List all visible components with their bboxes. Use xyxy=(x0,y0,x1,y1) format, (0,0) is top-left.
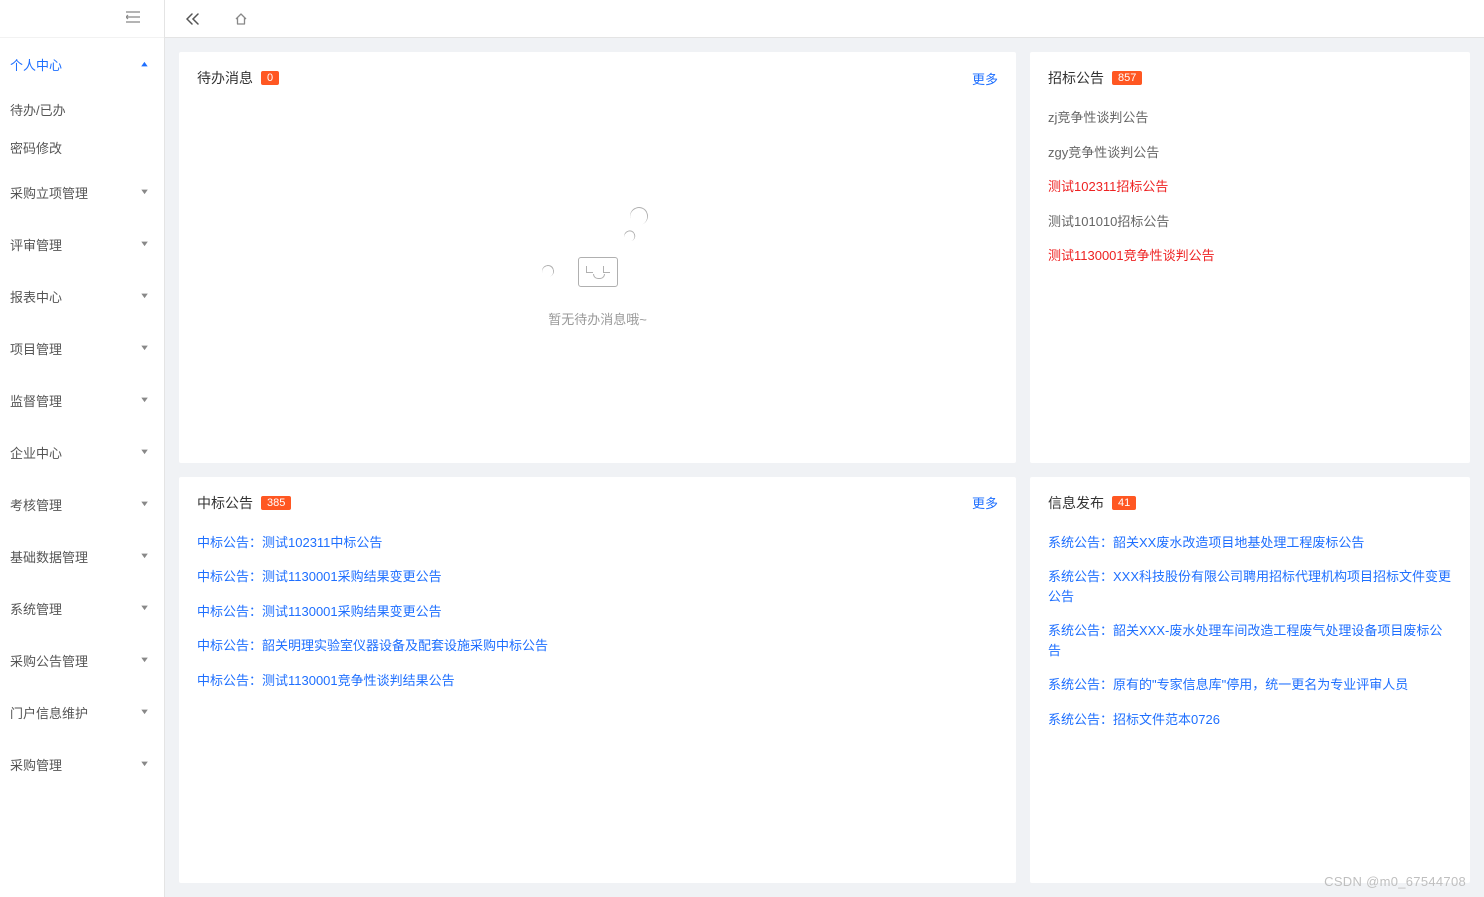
menu-item-label: 采购立项管理 xyxy=(10,183,88,202)
menu-item[interactable]: 个人中心 ▼ xyxy=(0,38,164,90)
menu-item[interactable]: 采购管理 ▼ xyxy=(0,738,164,790)
card-header: 信息发布 41 xyxy=(1048,493,1452,513)
more-link[interactable]: 更多 xyxy=(972,493,998,512)
card-header: 待办消息 0 更多 xyxy=(197,68,998,88)
list-item[interactable]: 中标公告：测试1130001竞争性谈判结果公告 xyxy=(197,671,998,691)
list-item[interactable]: 系统公告：XXX科技股份有限公司聘用招标代理机构项目招标文件变更公告 xyxy=(1048,567,1452,606)
menu-item[interactable]: 评审管理 ▼ xyxy=(0,218,164,270)
menu-item[interactable]: 采购公告管理 ▼ xyxy=(0,634,164,686)
badge: 0 xyxy=(261,71,279,85)
caret-down-icon: ▼ xyxy=(139,188,150,196)
list: 中标公告：测试102311中标公告中标公告：测试1130001采购结果变更公告中… xyxy=(197,533,998,691)
list-item[interactable]: zj竞争性谈判公告 xyxy=(1048,108,1452,128)
list-item[interactable]: 中标公告：测试1130001采购结果变更公告 xyxy=(197,567,998,587)
menu-item[interactable]: 门户信息维护 ▼ xyxy=(0,686,164,738)
card-xinxi: 信息发布 41 系统公告：韶关XX废水改造项目地基处理工程废标公告系统公告：XX… xyxy=(1030,477,1470,883)
menu-item[interactable]: 采购立项管理 ▼ xyxy=(0,166,164,218)
caret-down-icon: ▼ xyxy=(139,344,150,352)
menu-item-label: 项目管理 xyxy=(10,339,62,358)
caret-down-icon: ▼ xyxy=(139,604,150,612)
watermark-text: CSDN @m0_67544708 xyxy=(1324,874,1466,889)
menu-item-label: 个人中心 xyxy=(10,55,62,74)
card-title: 待办消息 xyxy=(197,68,253,88)
list-item[interactable]: 中标公告：测试1130001采购结果变更公告 xyxy=(197,602,998,622)
list: zj竞争性谈判公告 zgy竞争性谈判公告测试102311招标公告测试101010招… xyxy=(1048,108,1452,266)
caret-down-icon: ▼ xyxy=(139,552,150,560)
list-item[interactable]: 系统公告：韶关XX废水改造项目地基处理工程废标公告 xyxy=(1048,533,1452,553)
empty-illustration-icon xyxy=(538,207,658,287)
card-zhongbiao: 中标公告 385 更多 中标公告：测试102311中标公告中标公告：测试1130… xyxy=(179,477,1016,883)
caret-down-icon: ▼ xyxy=(139,240,150,248)
menu-item-label: 评审管理 xyxy=(10,235,62,254)
card-title: 信息发布 xyxy=(1048,493,1104,513)
menu-item-label: 采购管理 xyxy=(10,755,62,774)
caret-down-icon: ▼ xyxy=(139,708,150,716)
main-area: 待办消息 0 更多 暂无待办消息哦~ xyxy=(165,0,1484,897)
caret-down-icon: ▼ xyxy=(139,396,150,404)
menu-item[interactable]: 基础数据管理 ▼ xyxy=(0,530,164,582)
menu-item[interactable]: 系统管理 ▼ xyxy=(0,582,164,634)
home-icon[interactable] xyxy=(226,4,256,34)
more-link[interactable]: 更多 xyxy=(972,69,998,88)
card-header: 中标公告 385 更多 xyxy=(197,493,998,513)
list-item[interactable]: 测试1130001竞争性谈判公告 xyxy=(1048,246,1452,266)
menu-item-label: 企业中心 xyxy=(10,443,62,462)
badge: 41 xyxy=(1112,496,1136,510)
menu-item[interactable]: 企业中心 ▼ xyxy=(0,426,164,478)
empty-state: 暂无待办消息哦~ xyxy=(197,108,998,447)
sidebar: 个人中心▼待办/已办密码修改采购立项管理▼评审管理▼报表中心▼项目管理▼监督管理… xyxy=(0,0,165,897)
list-item[interactable]: 测试102311招标公告 xyxy=(1048,177,1452,197)
caret-down-icon: ▼ xyxy=(139,760,150,768)
submenu-item[interactable]: 密码修改 xyxy=(0,128,164,166)
caret-down-icon: ▼ xyxy=(139,500,150,508)
card-header: 招标公告 857 xyxy=(1048,68,1452,88)
nav-back-icon[interactable] xyxy=(178,4,208,34)
list-item[interactable]: 系统公告：韶关XXX-废水处理车间改造工程废气处理设备项目废标公告 xyxy=(1048,621,1452,660)
badge: 857 xyxy=(1112,71,1142,85)
list-item[interactable]: 系统公告：招标文件范本0726 xyxy=(1048,710,1452,730)
topbar xyxy=(165,0,1484,38)
menu-item[interactable]: 项目管理 ▼ xyxy=(0,322,164,374)
list-item[interactable]: 系统公告：原有的"专家信息库"停用，统一更名为专业评审人员 xyxy=(1048,675,1452,695)
empty-text: 暂无待办消息哦~ xyxy=(548,309,647,328)
menu-item-label: 报表中心 xyxy=(10,287,62,306)
card-zhaobiao: 招标公告 857 zj竞争性谈判公告 zgy竞争性谈判公告测试102311招标公告… xyxy=(1030,52,1470,463)
card-todo: 待办消息 0 更多 暂无待办消息哦~ xyxy=(179,52,1016,463)
menu-item-label: 采购公告管理 xyxy=(10,651,88,670)
menu-item-label: 基础数据管理 xyxy=(10,547,88,566)
sidebar-menu: 个人中心▼待办/已办密码修改采购立项管理▼评审管理▼报表中心▼项目管理▼监督管理… xyxy=(0,38,164,897)
menu-item-label: 门户信息维护 xyxy=(10,703,88,722)
menu-item[interactable]: 监督管理 ▼ xyxy=(0,374,164,426)
caret-down-icon: ▼ xyxy=(139,656,150,664)
card-title: 中标公告 xyxy=(197,493,253,513)
menu-item-label: 监督管理 xyxy=(10,391,62,410)
menu-item[interactable]: 考核管理 ▼ xyxy=(0,478,164,530)
submenu-item[interactable]: 待办/已办 xyxy=(0,90,164,128)
caret-down-icon: ▼ xyxy=(139,448,150,456)
list-item[interactable]: 测试101010招标公告 xyxy=(1048,212,1452,232)
list-item[interactable]: 中标公告：测试102311中标公告 xyxy=(197,533,998,553)
card-title: 招标公告 xyxy=(1048,68,1104,88)
menu-item[interactable]: 报表中心 ▼ xyxy=(0,270,164,322)
menu-item-label: 考核管理 xyxy=(10,495,62,514)
caret-down-icon: ▼ xyxy=(139,292,150,300)
menu-item-label: 系统管理 xyxy=(10,599,62,618)
badge: 385 xyxy=(261,496,291,510)
list: 系统公告：韶关XX废水改造项目地基处理工程废标公告系统公告：XXX科技股份有限公… xyxy=(1048,533,1452,730)
menu-collapse-icon[interactable] xyxy=(126,11,140,27)
sidebar-header xyxy=(0,0,164,38)
list-item[interactable]: zgy竞争性谈判公告 xyxy=(1048,143,1452,163)
list-item[interactable]: 中标公告：韶关明理实验室仪器设备及配套设施采购中标公告 xyxy=(197,636,998,656)
caret-down-icon: ▼ xyxy=(139,60,150,68)
content-grid: 待办消息 0 更多 暂无待办消息哦~ xyxy=(165,38,1484,897)
